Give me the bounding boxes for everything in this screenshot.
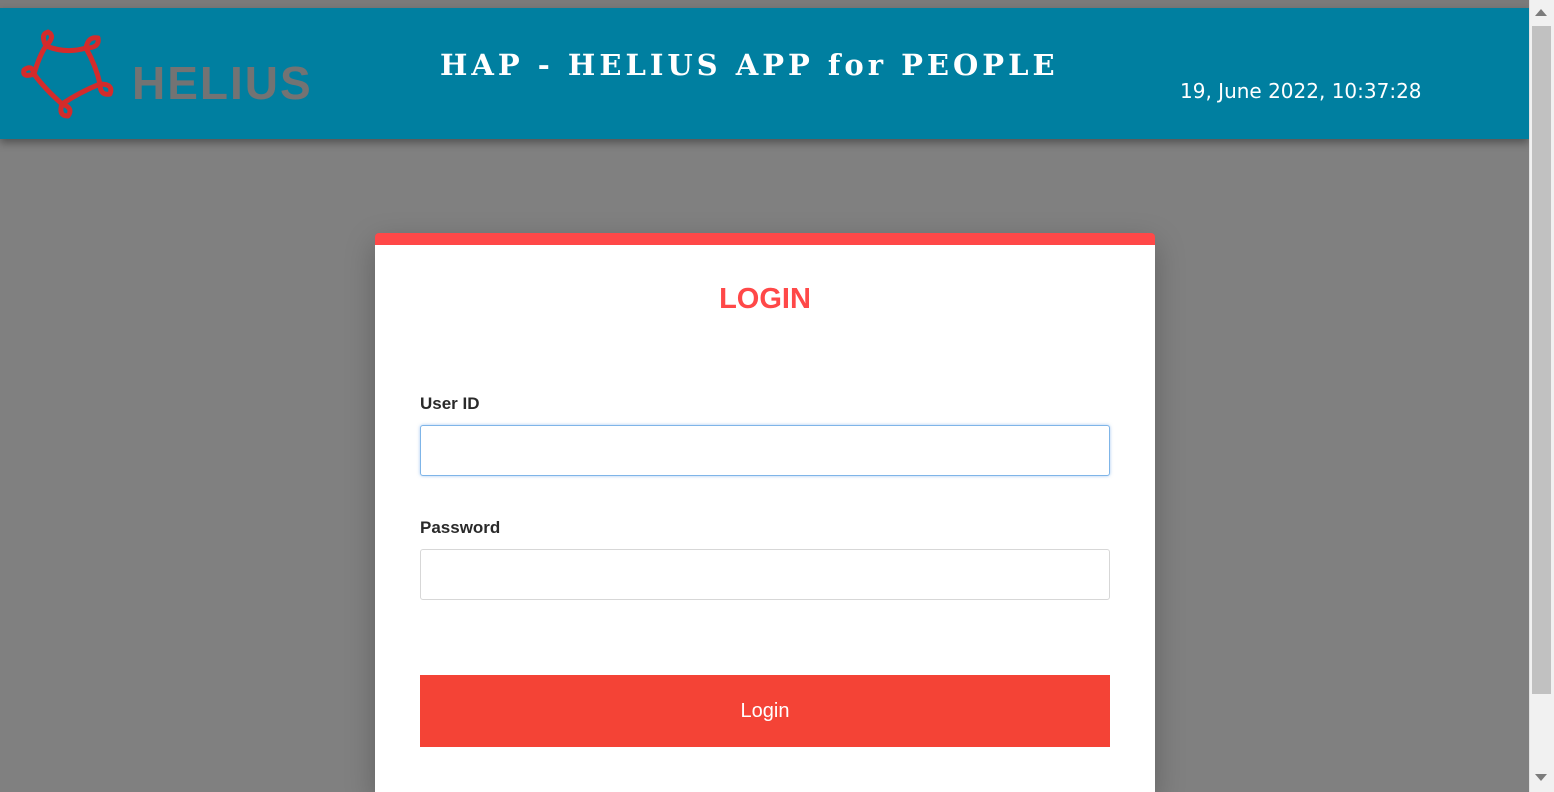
scroll-down-arrow-icon[interactable] (1535, 774, 1547, 781)
password-input[interactable] (420, 549, 1110, 600)
app-header: HELIUS HAP - HELIUS APP for PEOPLE 19, J… (0, 8, 1529, 139)
scroll-up-arrow-icon[interactable] (1535, 9, 1547, 16)
password-label: Password (420, 518, 501, 537)
current-datetime: 19, June 2022, 10:37:28 (1180, 79, 1422, 103)
login-title: LOGIN (719, 283, 811, 315)
login-button[interactable]: Login (420, 675, 1110, 747)
helius-knot-logo-icon (21, 29, 114, 119)
user-id-input[interactable] (420, 425, 1110, 476)
top-strip (0, 0, 1529, 8)
vertical-scrollbar[interactable] (1529, 0, 1554, 792)
helius-logo[interactable]: HELIUS (18, 26, 318, 119)
app-title: HAP - HELIUS APP for PEOPLE (440, 48, 1059, 82)
login-card: LOGIN User ID Password Login (375, 233, 1155, 792)
scrollbar-thumb[interactable] (1532, 26, 1551, 694)
user-id-label: User ID (420, 394, 480, 413)
logo-text: HELIUS (132, 57, 313, 109)
